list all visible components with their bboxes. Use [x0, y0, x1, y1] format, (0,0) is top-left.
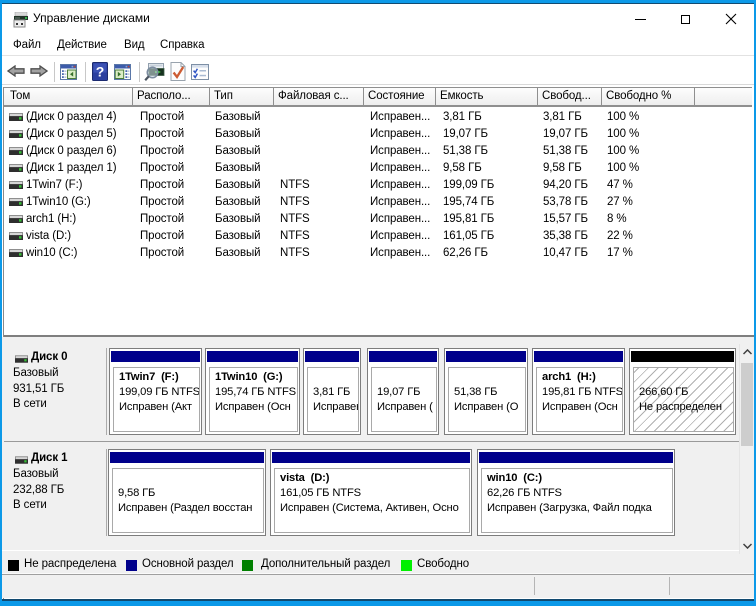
- svg-text:?: ?: [96, 64, 104, 80]
